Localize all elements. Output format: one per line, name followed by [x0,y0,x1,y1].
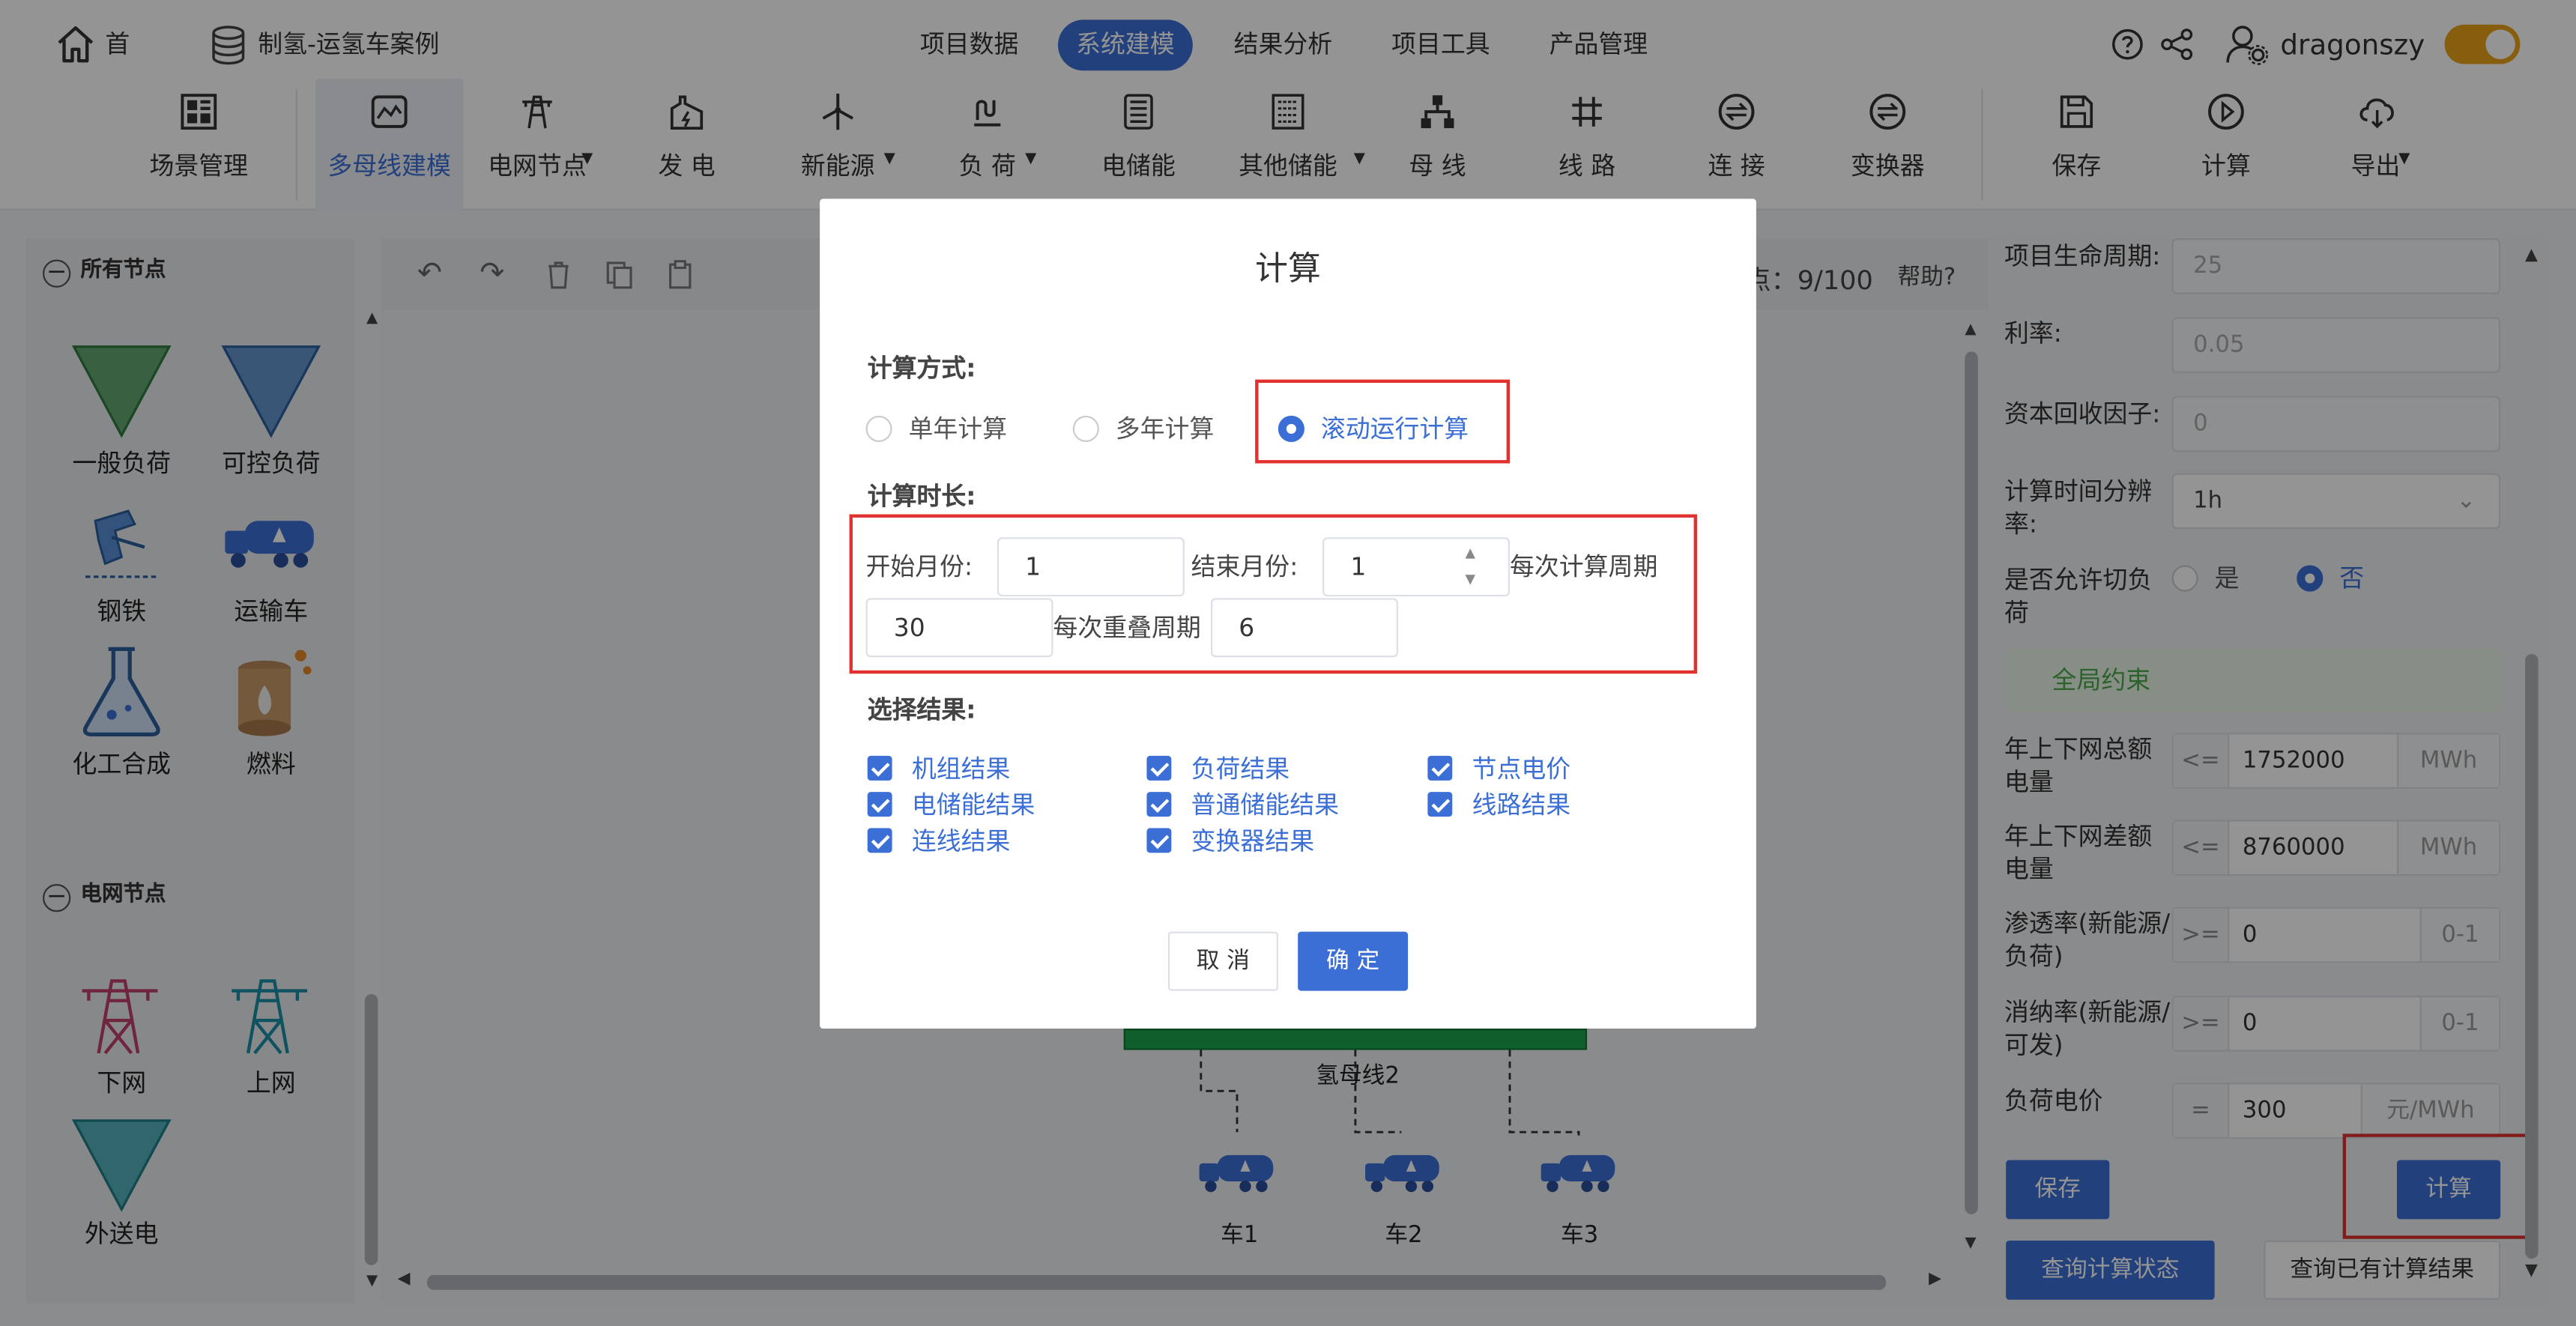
app-root: 首页 制氢-运氢车案例 项目数据 系统建模 结果分析 项目工具 产品管理 dra… [0,0,2576,1326]
end-month-label: 结束月份: [1191,551,1298,582]
checkbox-label: 变换器结果 [1191,826,1315,856]
highlight-rolling-method [1255,379,1511,464]
radio-label: 多年计算 [1115,414,1215,444]
duration-label: 计算时长: [867,481,976,512]
checkbox-node-price[interactable]: 节点电价 [1427,753,1570,786]
checkbox-label: 机组结果 [911,754,1011,784]
checkbox-label: 节点电价 [1472,754,1571,784]
cancel-button[interactable]: 取 消 [1167,931,1278,991]
checkbox-load-results[interactable]: 负荷结果 [1146,753,1289,786]
radio-label: 单年计算 [908,414,1008,444]
checkbox-checked [1146,792,1172,817]
checkbox-link-results[interactable]: 连线结果 [867,825,1011,858]
method-label: 计算方式: [867,353,976,384]
dialog-title: 计算 [1255,248,1321,288]
results-label: 选择结果: [867,694,976,725]
checkbox-label: 线路结果 [1472,790,1571,820]
overlap-label: 每次重叠周期 [1053,613,1201,643]
calculation-dialog: 计算 计算方式: 单年计算 多年计算 滚动运行计算 计算时长: 开始月份: 1 … [820,199,1756,1029]
checkbox-storage-results[interactable]: 普通储能结果 [1146,789,1339,822]
checkbox-label: 连线结果 [911,826,1011,856]
checkbox-checked [1146,828,1172,853]
checkbox-unit-results[interactable]: 机组结果 [867,753,1011,786]
checkbox-battery-results[interactable]: 电储能结果 [867,789,1035,822]
start-month-label: 开始月份: [865,551,973,582]
end-month-value: 1 [1350,551,1367,582]
checkbox-checked [867,792,892,817]
radio-circle [1072,415,1099,442]
period-input[interactable]: 30 [865,598,1053,658]
checkbox-label: 负荷结果 [1191,754,1290,784]
checkbox-label: 普通储能结果 [1191,790,1340,820]
checkbox-checked [867,828,892,853]
checkbox-converter-results[interactable]: 变换器结果 [1146,825,1314,858]
checkbox-checked [867,755,892,781]
confirm-button[interactable]: 确 定 [1298,931,1409,991]
checkbox-line-results[interactable]: 线路结果 [1427,789,1570,822]
radio-multi-year[interactable]: 多年计算 [1072,413,1215,446]
radio-circle [865,415,892,442]
overlap-input[interactable]: 6 [1210,598,1398,658]
end-month-input[interactable]: 1 ▲ ▼ [1322,537,1511,597]
checkbox-checked [1427,755,1453,781]
stepper-down-icon[interactable]: ▼ [1465,552,1475,608]
period-label: 每次计算周期 [1510,551,1658,582]
start-month-input[interactable]: 1 [997,537,1185,597]
checkbox-label: 电储能结果 [911,790,1035,820]
checkbox-checked [1146,755,1172,781]
radio-single-year[interactable]: 单年计算 [865,413,1008,446]
checkbox-checked [1427,792,1453,817]
